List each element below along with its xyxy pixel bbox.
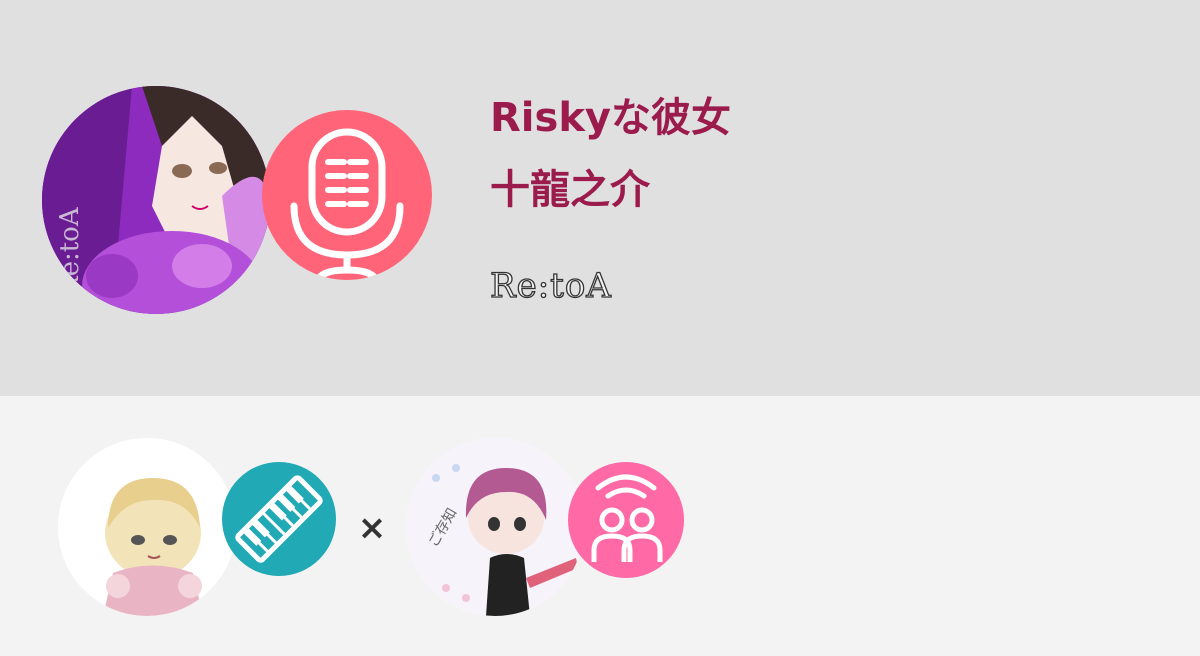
microphone-badge xyxy=(262,110,432,280)
song-title[interactable]: Riskyな彼女 xyxy=(490,92,731,144)
chorus-icon xyxy=(591,474,663,562)
singer-name[interactable]: Re:toA xyxy=(489,262,612,310)
collab-partner-b-avatar[interactable]: ご存知 xyxy=(406,438,584,616)
track-info: Riskyな彼女 十龍之介 xyxy=(490,92,731,216)
singer-avatar[interactable]: Re:toA xyxy=(42,86,270,314)
artist-name[interactable]: 十龍之介 xyxy=(490,164,731,216)
keyboard-badge xyxy=(222,462,336,576)
collab-partner-a-avatar[interactable] xyxy=(58,438,236,616)
watermark-text: Re:toA xyxy=(55,206,85,296)
keyboard-icon xyxy=(235,475,323,563)
recording-header: Re:toA Riskyな彼女 十龍之介 Re:toA xyxy=(0,0,1200,396)
microphone-icon xyxy=(290,128,404,280)
chorus-badge xyxy=(568,462,684,578)
collab-separator: × xyxy=(357,508,387,548)
